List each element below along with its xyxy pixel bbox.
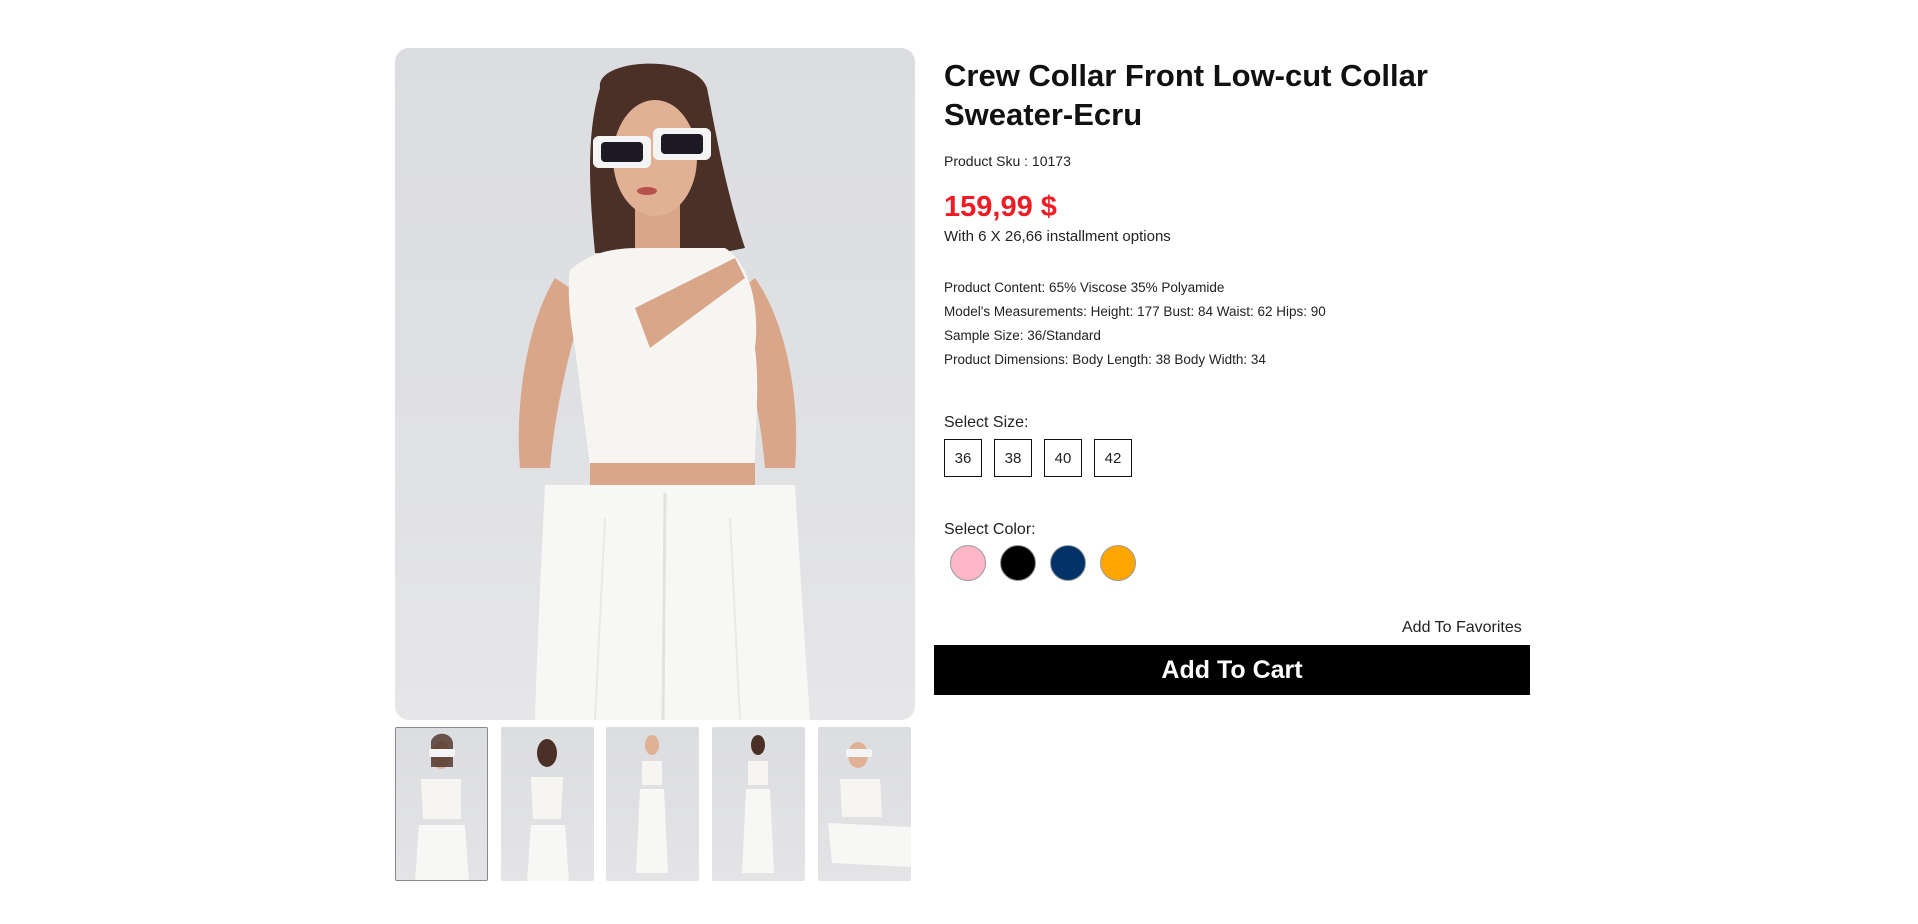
size-option-36[interactable]: 36 xyxy=(944,439,982,477)
model-photo xyxy=(518,63,810,720)
spec-content: Product Content: 65% Viscose 35% Polyami… xyxy=(944,280,1225,295)
product-title: Crew Collar Front Low-cut Collar Sweater… xyxy=(944,58,1428,132)
size-options: 36 38 40 42 xyxy=(944,439,1544,477)
color-swatch-navy[interactable] xyxy=(1050,545,1086,581)
product-sku: Product Sku : 10173 xyxy=(944,153,1071,169)
color-swatch-pink[interactable] xyxy=(950,545,986,581)
thumbnail-1[interactable] xyxy=(395,727,488,881)
color-swatch-black[interactable] xyxy=(1000,545,1036,581)
spec-dimensions: Product Dimensions: Body Length: 38 Body… xyxy=(944,352,1266,367)
add-to-cart-button[interactable]: Add To Cart xyxy=(934,645,1530,695)
size-option-38[interactable]: 38 xyxy=(994,439,1032,477)
spec-list: Product Content: 65% Viscose 35% Polyami… xyxy=(944,276,1544,372)
product-price: 159,99 $ xyxy=(944,191,1057,223)
product-page: Crew Collar Front Low-cut Collar Sweater… xyxy=(0,0,1918,924)
spec-sample-size: Sample Size: 36/Standard xyxy=(944,328,1101,343)
thumbnail-2[interactable] xyxy=(501,727,594,881)
color-options xyxy=(944,545,1544,581)
product-details: Crew Collar Front Low-cut Collar Sweater… xyxy=(944,56,1544,581)
thumbnail-strip xyxy=(395,727,915,882)
thumbnail-4[interactable] xyxy=(712,727,805,881)
color-swatch-orange[interactable] xyxy=(1100,545,1136,581)
size-option-40[interactable]: 40 xyxy=(1044,439,1082,477)
color-label: Select Color: xyxy=(944,521,1036,538)
add-to-favorites-link[interactable]: Add To Favorites xyxy=(1402,619,1522,637)
thumbnail-3[interactable] xyxy=(606,727,699,881)
thumbnail-5[interactable] xyxy=(818,727,911,881)
main-product-image[interactable] xyxy=(395,48,915,720)
size-option-42[interactable]: 42 xyxy=(1094,439,1132,477)
spec-model-measurements: Model's Measurements: Height: 177 Bust: … xyxy=(944,304,1326,319)
size-label: Select Size: xyxy=(944,414,1029,431)
installment-info: With 6 X 26,66 installment options xyxy=(944,228,1171,245)
